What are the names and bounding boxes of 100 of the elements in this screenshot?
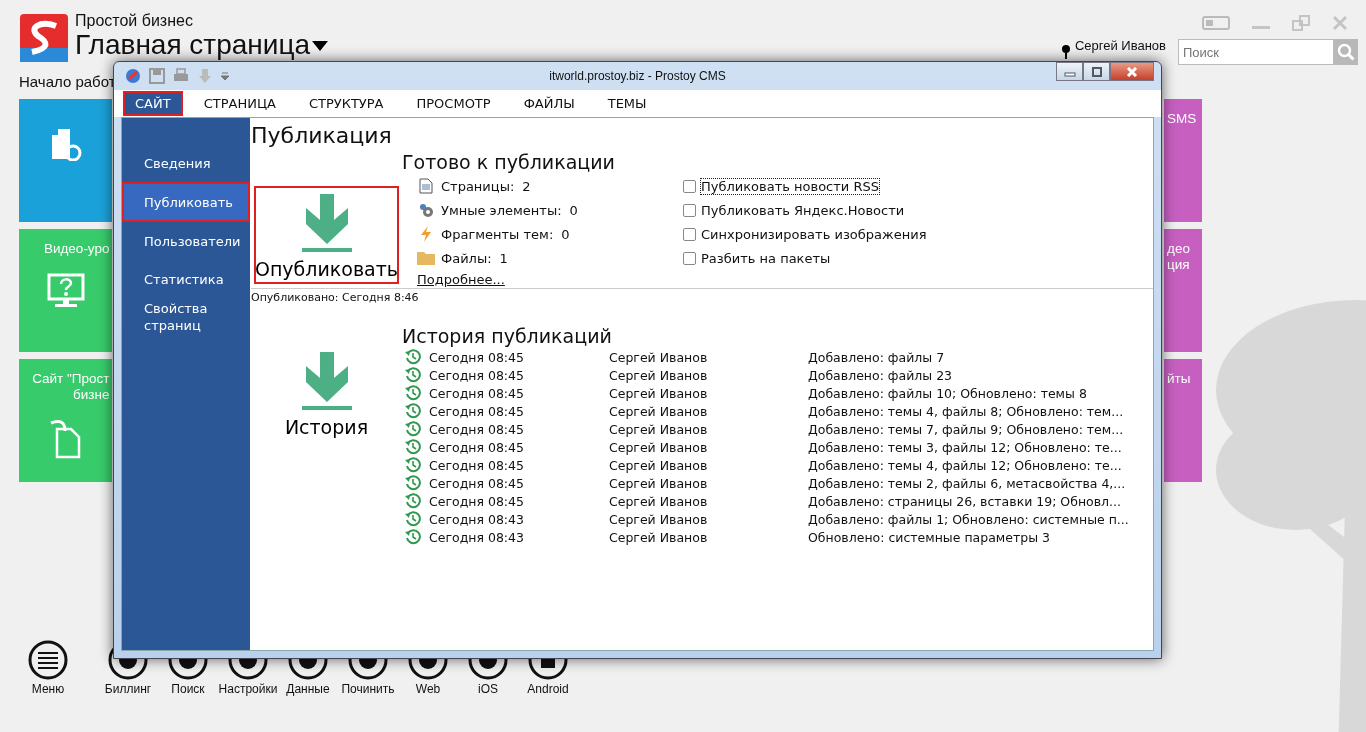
table-cell-text: Добавлено: темы 3, файлы 12; Обновлено: те... [808,439,1123,455]
section-heading: История публикаций [402,324,613,348]
table-cell-text: Добавлено: темы 7, файлы 9; Обновлено: тем... [808,421,1125,437]
page-title: Главная страница [75,30,311,60]
print-icon[interactable] [173,68,189,84]
table-cell-text: Сегодня 08:45 [429,349,525,365]
menu-tab[interactable]: СТРУКТУРА [296,91,396,116]
checkbox-label[interactable]: Разбить на пакеты [700,249,832,267]
download-arrow-icon [301,194,352,252]
table-cell-text: Сергей Иванов [609,493,709,509]
table-cell-text: Сегодня 08:45 [429,475,525,491]
tile-label: ция [1167,257,1190,273]
sidebar-item[interactable]: Публиковать [122,182,250,222]
stat-label: Умные элементы: [441,202,562,218]
dropdown-icon[interactable] [221,72,229,80]
dock-label[interactable]: Поиск [171,682,205,696]
table-cell-text: Добавлено: файлы 23 [808,367,954,383]
caret-icon[interactable] [312,41,329,51]
table-cell-text: Сергей Иванов [609,421,709,437]
dock-label[interactable]: Починить [341,682,395,696]
folder-icon [417,251,435,265]
checkbox[interactable] [683,227,696,241]
search-button[interactable] [1334,39,1358,65]
dock-label[interactable]: Данные [286,682,330,696]
sidebar-item[interactable]: Сведения [122,144,250,182]
tile[interactable]: део ция [1164,229,1202,352]
toggle-icon[interactable] [1202,16,1230,30]
user-name[interactable]: Сергей Иванов [1074,37,1166,53]
history-icon [405,475,421,491]
dock-label[interactable]: Android [527,682,569,696]
checkbox-label[interactable]: Публиковать Яндекс.Новости [700,201,906,219]
tile-label: део [1167,241,1190,257]
tile[interactable]: SMS [1164,99,1202,222]
stat-label: Фрагменты тем: [441,226,554,242]
tile[interactable] [19,99,112,222]
menu-tab[interactable]: ТЕМЫ [595,91,659,116]
section-heading: Готово к публикации [402,150,616,174]
minimize-button[interactable] [1056,62,1083,81]
search-field[interactable]: Поиск [1178,39,1334,65]
close-button[interactable] [1110,62,1154,81]
dock-label[interactable]: Биллинг [104,682,152,696]
dock-label[interactable]: Меню [31,682,65,696]
history-icon [405,439,421,455]
dock-label[interactable]: Настройки [218,682,278,696]
sidebar-item[interactable]: Свойства страниц [122,298,250,336]
table-cell-text: Сергей Иванов [609,457,709,473]
sidebar-item[interactable]: Пользователи [122,222,250,260]
table-cell-text: Сергей Иванов [609,511,709,527]
checkbox[interactable] [683,179,696,193]
menu-tab[interactable]: ПРОСМОТР [404,91,503,116]
history-icon [405,493,421,509]
save-icon[interactable] [149,68,165,84]
menu-tab[interactable]: ФАЙЛЫ [511,91,587,116]
checkbox[interactable] [683,251,696,265]
tile-label: SMS [1167,111,1197,127]
table-cell-text: Сегодня 08:43 [429,529,525,545]
dock-label[interactable]: iOS [478,682,498,696]
gears-icon [417,202,435,218]
history-icon [405,457,421,473]
table-cell-text: Сергей Иванов [609,385,709,401]
document-icon [48,419,83,459]
table-cell-text: Сергей Иванов [609,529,709,545]
checkbox-label[interactable]: Синхронизировать изображения [700,225,928,243]
maximize-button[interactable] [1083,62,1110,81]
stat-label: Файлы: [441,250,492,266]
building-icon [49,127,82,161]
menu-tab[interactable]: САЙТ [123,91,183,116]
history-icon [405,511,421,527]
download-arrow-icon [301,352,352,410]
table-cell-text: Добавлено: страницы 26, вставки 19; Обновл... [808,493,1122,509]
details-link[interactable]: Подробнее... [417,272,683,287]
history-icon [405,403,421,419]
app-icon [125,68,141,84]
checkbox-label[interactable]: Публиковать новости RSS [700,177,880,195]
table-cell-text: Сегодня 08:45 [429,367,525,383]
checkbox[interactable] [683,203,696,217]
table-cell-text: Сегодня 08:45 [429,385,525,401]
page-heading: Публикация [251,122,393,150]
monitor-icon [46,273,85,309]
sidebar-item[interactable]: Статистика [122,260,250,298]
tile-label: йты [1167,371,1191,387]
stat-value: 0 [561,226,570,242]
table-cell-text: Добавлено: файлы 1; Обновлено: системные п... [808,511,1130,527]
table-cell-text: Сегодня 08:45 [429,457,525,473]
history-icon [405,421,421,437]
table-cell-text: Добавлено: темы 4, файлы 8; Обновлено: тем... [808,403,1125,419]
menu-icon[interactable] [28,640,68,680]
menu-tab[interactable]: СТРАНИЦА [191,91,288,116]
table-cell-text: Сергей Иванов [609,475,709,491]
page-icon [417,178,435,194]
tile[interactable]: йты [1164,359,1202,482]
dock-label[interactable]: Web [415,682,441,696]
publish-button[interactable]: Опубликовать [254,186,399,284]
table-cell-text: Сегодня 08:45 [429,439,525,455]
stat-value: 1 [499,250,508,266]
stat-value: 2 [522,178,531,194]
history-icon [405,367,421,383]
person-icon [1060,45,1071,59]
table-cell-text: Сергей Иванов [609,439,709,455]
history-icon [405,349,421,365]
